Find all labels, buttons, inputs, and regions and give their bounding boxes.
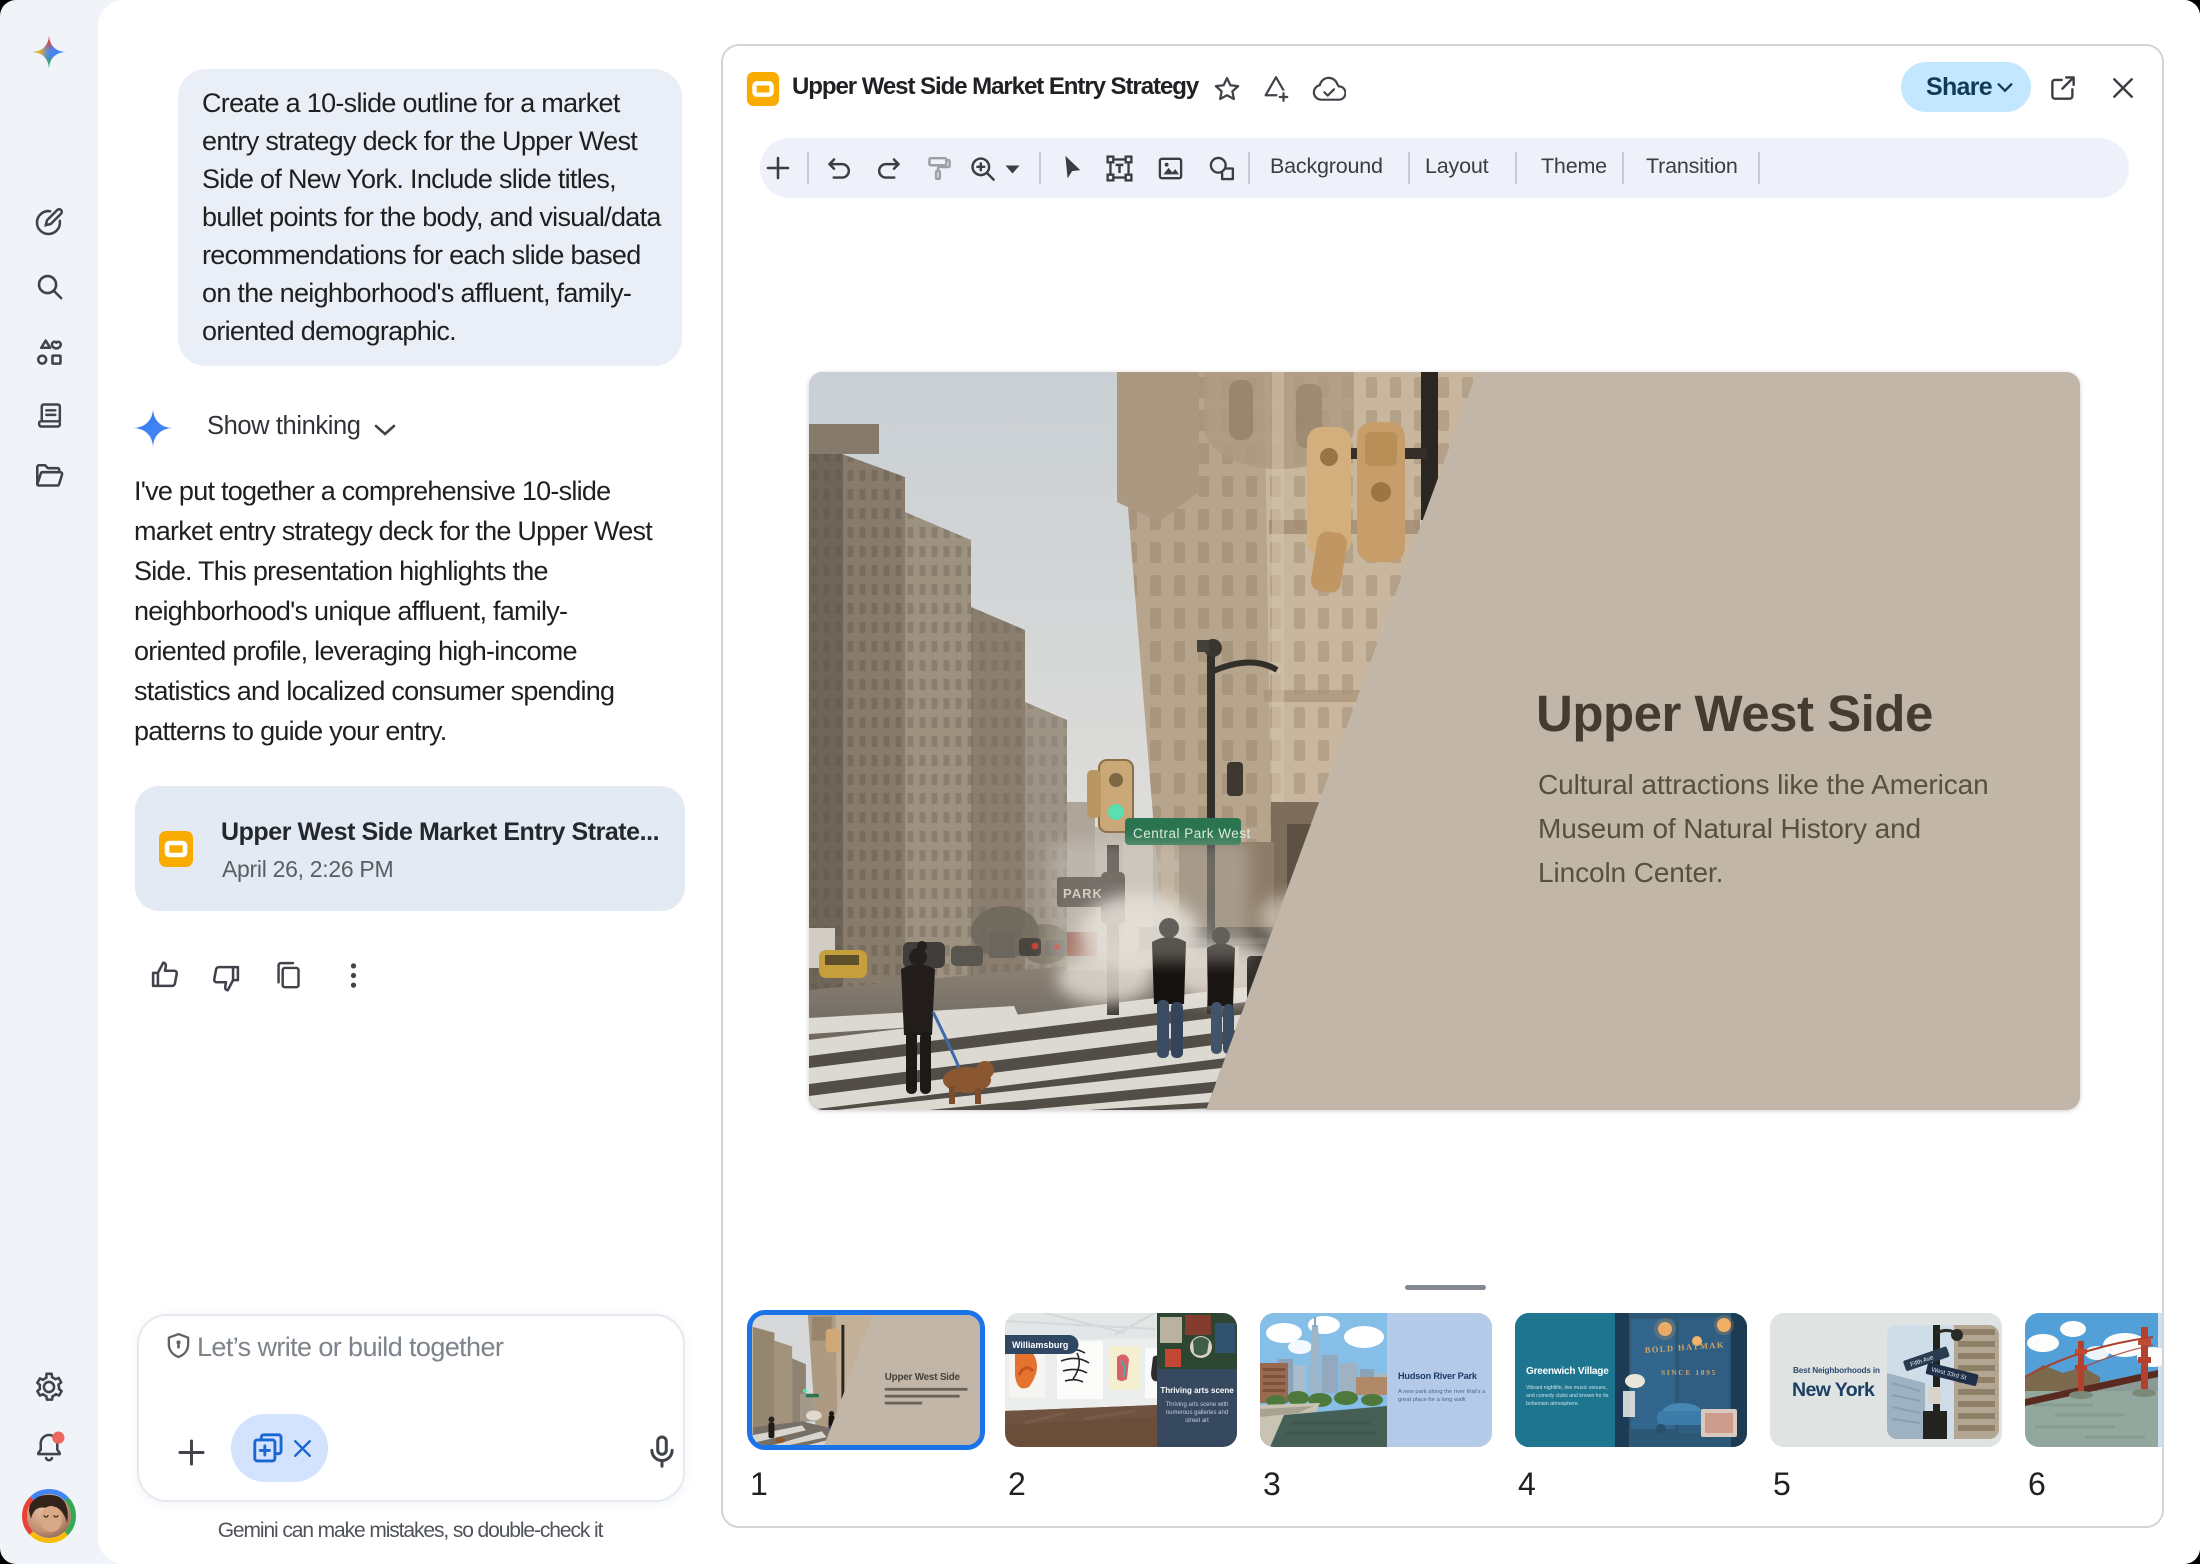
- svg-text:Vibrant nightlife, live music: Vibrant nightlife, live music venues,: [1526, 1385, 1607, 1391]
- svg-text:Williamsburg: Williamsburg: [1012, 1340, 1068, 1350]
- svg-text:street art: street art: [1185, 1418, 1209, 1424]
- svg-text:SINCE 1895: SINCE 1895: [1661, 1368, 1717, 1377]
- svg-text:New York: New York: [1792, 1379, 1875, 1401]
- svg-text:Greenwich Village: Greenwich Village: [1526, 1366, 1609, 1377]
- svg-text:Central Park West: Central Park West: [1133, 826, 1251, 841]
- svg-text:Best Neighborhoods in: Best Neighborhoods in: [1793, 1366, 1880, 1375]
- svg-text:and comedy clubs and known for: and comedy clubs and known for its: [1526, 1393, 1609, 1399]
- svg-text:bohemian atmosphere.: bohemian atmosphere.: [1526, 1401, 1579, 1407]
- svg-text:numerous galleries and: numerous galleries and: [1166, 1410, 1228, 1416]
- svg-text:great place for a long walk: great place for a long walk: [1398, 1397, 1466, 1403]
- svg-text:Upper West Side: Upper West Side: [885, 1372, 961, 1383]
- svg-text:Hudson River Park: Hudson River Park: [1398, 1371, 1478, 1381]
- svg-text:Thriving arts scene: Thriving arts scene: [1160, 1386, 1234, 1395]
- svg-text:A new park along the river tha: A new park along the river that’s a: [1398, 1389, 1486, 1395]
- svg-text:Thriving arts scene with: Thriving arts scene with: [1165, 1402, 1228, 1408]
